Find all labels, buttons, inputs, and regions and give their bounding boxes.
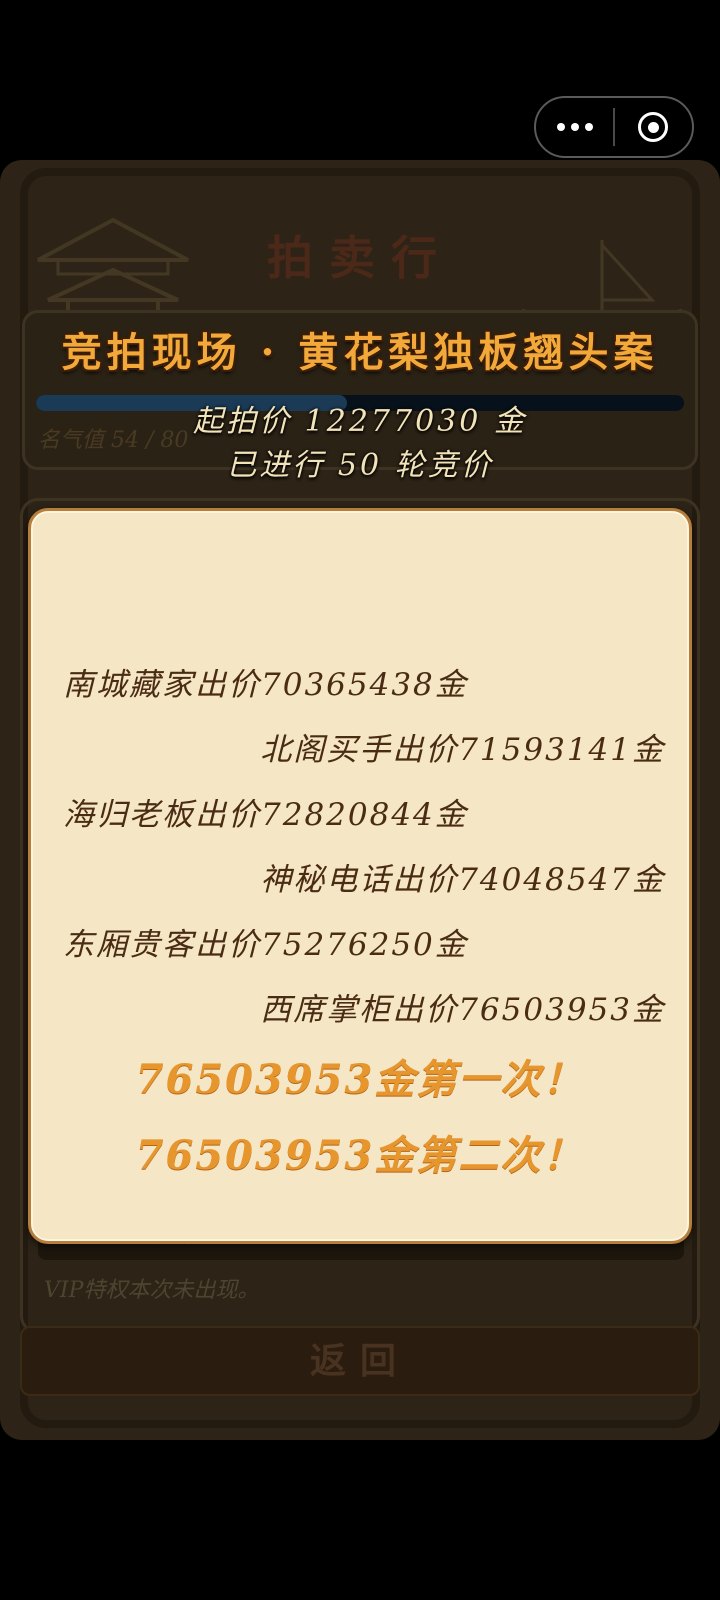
bid-line: 海归老板出价72820844金 bbox=[63, 797, 468, 833]
miniprogram-capsule bbox=[534, 96, 694, 158]
bid-log-card: 南城藏家出价70365438金 北阁买手出价71593141金 海归老板出价72… bbox=[28, 508, 692, 1244]
bid-line: 南城藏家出价70365438金 bbox=[63, 667, 468, 703]
bid-line: 神秘电话出价74048547金 bbox=[260, 862, 665, 898]
bid-line: 东厢贵客出价75276250金 bbox=[63, 927, 468, 963]
start-price: 起拍价 12277030 金 bbox=[193, 404, 527, 439]
vip-note: VIP特权本次未出现。 bbox=[44, 1278, 260, 1303]
auction-live-title: 竞拍现场 · 黄花梨独板翘头案 bbox=[61, 329, 659, 376]
more-dots-icon[interactable] bbox=[536, 123, 613, 131]
target-close-icon[interactable] bbox=[615, 112, 692, 142]
rounds-count: 已进行 50 轮竞价 bbox=[226, 448, 494, 483]
panel-title: 拍卖行 bbox=[267, 231, 453, 285]
auctioneer-call: 76503953金第一次！ bbox=[135, 1056, 585, 1103]
auctioneer-call: 76503953金第二次！ bbox=[135, 1132, 585, 1179]
bid-line: 北阁买手出价71593141金 bbox=[260, 732, 665, 768]
return-button[interactable]: 返回 bbox=[20, 1326, 700, 1396]
bid-line: 西席掌柜出价76503953金 bbox=[260, 992, 665, 1028]
